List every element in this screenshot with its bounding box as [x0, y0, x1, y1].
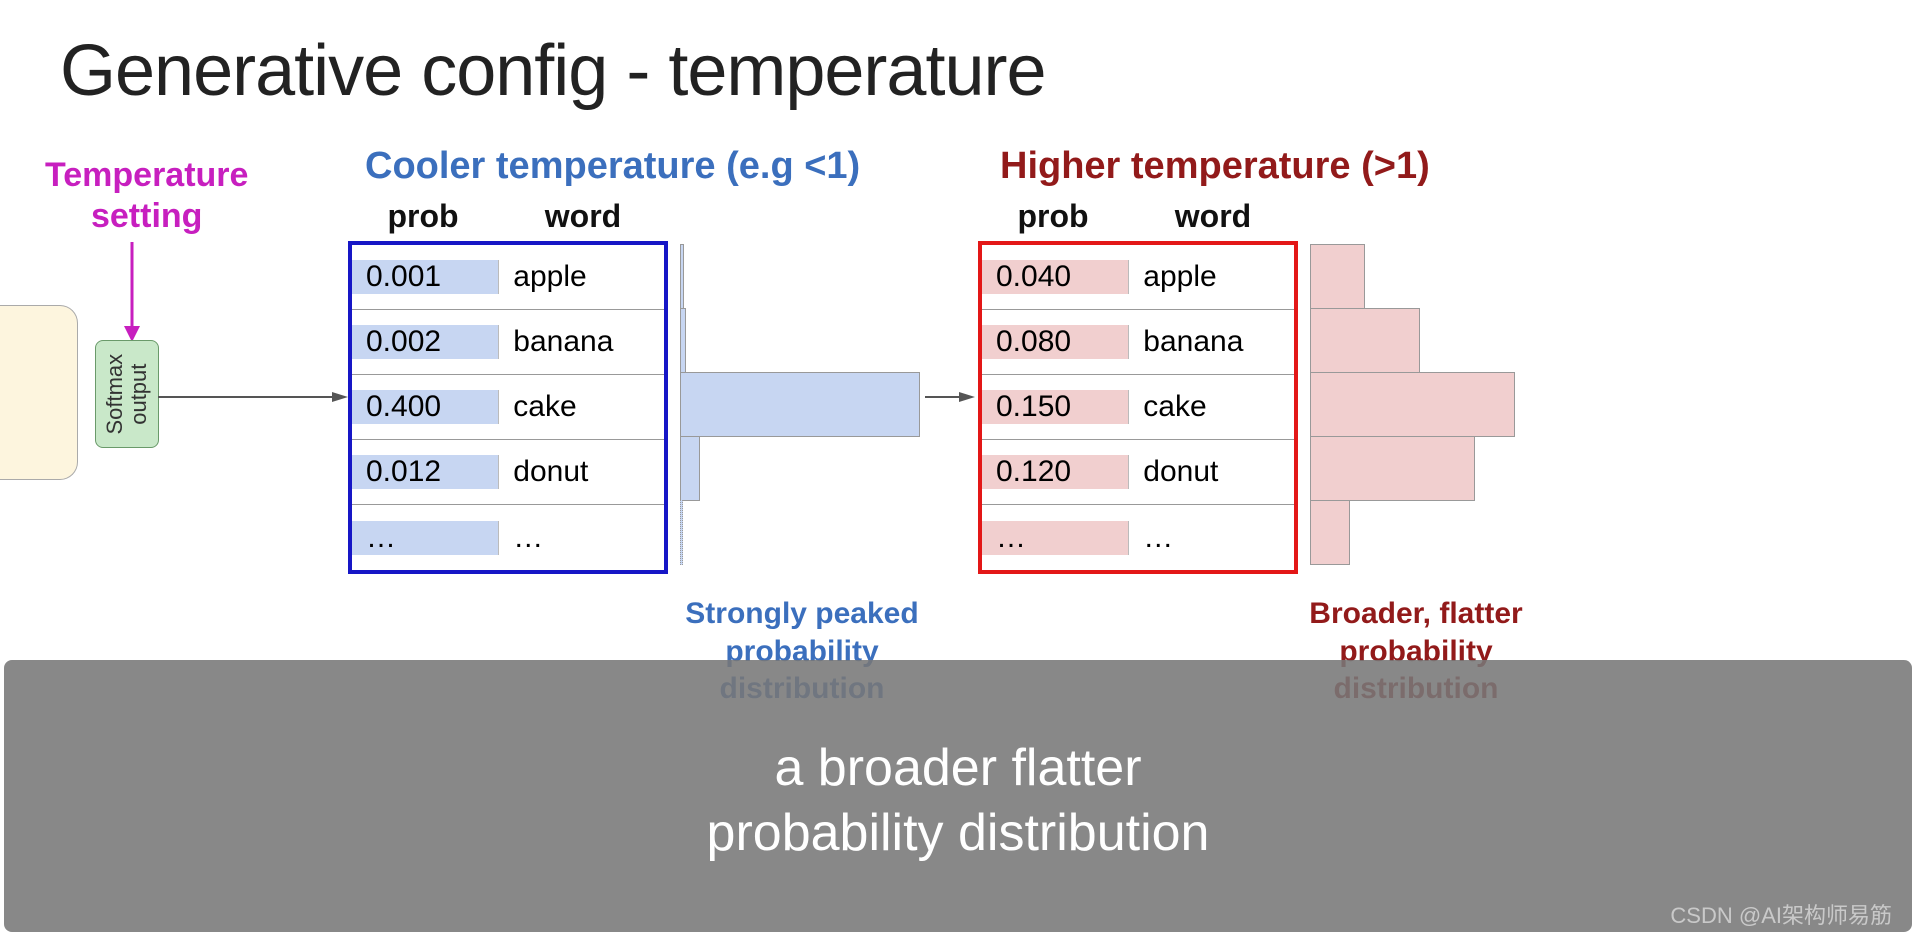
table-row: 0.400 cake: [352, 375, 664, 440]
prob-cell: …: [982, 521, 1128, 555]
bar: [1310, 372, 1515, 437]
higher-table: 0.040 apple 0.080 banana 0.150 cake 0.12…: [978, 241, 1298, 574]
temperature-setting-label: Temperature setting: [45, 155, 248, 237]
bar: [680, 308, 686, 373]
prob-cell: 0.400: [352, 390, 498, 424]
higher-title: Higher temperature (>1): [1000, 145, 1430, 188]
word-cell: …: [1128, 521, 1294, 555]
slide-title: Generative config - temperature: [60, 30, 1046, 112]
table-row: 0.040 apple: [982, 245, 1294, 310]
arrow-right-icon: [925, 392, 975, 402]
higher-table-header: prob word: [978, 198, 1298, 235]
bar: [680, 436, 700, 501]
higher-bars: [1310, 244, 1515, 564]
word-cell: …: [498, 521, 664, 555]
prob-cell: 0.150: [982, 390, 1128, 424]
bar: [1310, 436, 1475, 501]
word-cell: banana: [1128, 325, 1294, 359]
arrow-right-icon: [158, 392, 348, 402]
prob-cell: …: [352, 521, 498, 555]
word-cell: cake: [498, 390, 664, 424]
subtitle-line1: a broader flatter: [774, 736, 1141, 801]
watermark: CSDN @AI架构师易筋: [1670, 898, 1892, 930]
higher-col-word: word: [1128, 198, 1298, 235]
word-cell: apple: [498, 260, 664, 294]
word-cell: donut: [498, 455, 664, 489]
bar: [680, 244, 684, 309]
cooler-table-header: prob word: [348, 198, 668, 235]
higher-col-prob: prob: [978, 198, 1128, 235]
bar: [1310, 244, 1365, 309]
softmax-block: Softmax output: [95, 340, 159, 448]
prob-cell: 0.002: [352, 325, 498, 359]
arrow-down-icon: [120, 242, 144, 342]
temperature-setting-line1: Temperature: [45, 156, 248, 194]
softmax-label: Softmax output: [103, 354, 151, 435]
prob-cell: 0.080: [982, 325, 1128, 359]
slide: Generative config - temperature Temperat…: [0, 0, 1916, 940]
prob-cell: 0.012: [352, 455, 498, 489]
cooler-table-wrap: prob word 0.001 apple 0.002 banana 0.400…: [348, 198, 668, 574]
bar: [1310, 500, 1350, 565]
cooler-table: 0.001 apple 0.002 banana 0.400 cake 0.01…: [348, 241, 668, 574]
word-cell: cake: [1128, 390, 1294, 424]
table-row: 0.002 banana: [352, 310, 664, 375]
subtitle-line2: probability distribution: [707, 801, 1210, 866]
table-row: 0.120 donut: [982, 440, 1294, 505]
table-row: 0.001 apple: [352, 245, 664, 310]
table-row: … …: [982, 505, 1294, 570]
bar: [1310, 308, 1420, 373]
bar: [680, 500, 683, 565]
video-subtitle: a broader flatter probability distributi…: [4, 660, 1912, 932]
table-row: 0.150 cake: [982, 375, 1294, 440]
prob-cell: 0.120: [982, 455, 1128, 489]
temperature-setting-line2: setting: [91, 197, 202, 235]
prob-cell: 0.001: [352, 260, 498, 294]
table-row: 0.012 donut: [352, 440, 664, 505]
cooler-col-prob: prob: [348, 198, 498, 235]
table-row: 0.080 banana: [982, 310, 1294, 375]
cooler-bars: [680, 244, 920, 564]
higher-table-wrap: prob word 0.040 apple 0.080 banana 0.150…: [978, 198, 1298, 574]
table-row: … …: [352, 505, 664, 570]
word-cell: apple: [1128, 260, 1294, 294]
upstream-block: [0, 305, 78, 480]
cooler-title: Cooler temperature (e.g <1): [365, 145, 860, 188]
prob-cell: 0.040: [982, 260, 1128, 294]
bar: [680, 372, 920, 437]
word-cell: banana: [498, 325, 664, 359]
word-cell: donut: [1128, 455, 1294, 489]
cooler-caption-line1: Strongly peaked: [685, 597, 918, 630]
cooler-col-word: word: [498, 198, 668, 235]
higher-caption-line1: Broader, flatter: [1309, 597, 1522, 630]
